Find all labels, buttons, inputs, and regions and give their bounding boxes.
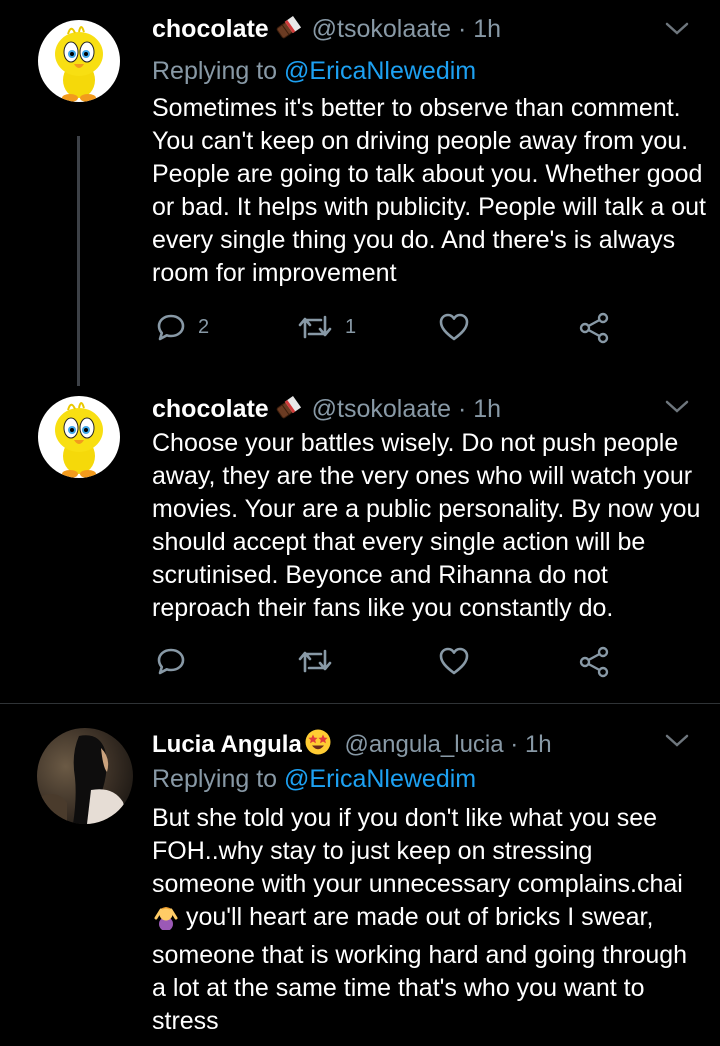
retweet-count: 1: [345, 315, 357, 338]
chevron-down-icon[interactable]: [664, 20, 690, 43]
tweet[interactable]: chocolate @tsokolaate · 1h Replying to @…: [0, 14, 720, 394]
heart-icon: [439, 647, 469, 675]
thread-connector-line: [77, 136, 80, 386]
reply-icon: [157, 314, 185, 341]
tweet-divider: [0, 703, 720, 704]
chocolate-bar-icon: [275, 15, 301, 48]
timestamp[interactable]: 1h: [473, 15, 501, 43]
tweet[interactable]: chocolate @tsokolaate · 1h Choose your b…: [0, 390, 720, 700]
user-handle[interactable]: @tsokolaate: [312, 395, 451, 423]
retweet-icon: [298, 315, 332, 339]
tweet-actions: 2 1: [152, 312, 672, 352]
heart-icon: [439, 313, 469, 341]
display-name[interactable]: chocolate: [152, 395, 269, 423]
mention-link[interactable]: @EricaNlewedim: [284, 765, 476, 793]
reply-icon: [157, 648, 185, 675]
woman-gesturing-icon: [153, 904, 179, 939]
display-name[interactable]: Lucia Angula: [152, 731, 302, 758]
display-name[interactable]: chocolate: [152, 15, 269, 43]
separator-dot: ·: [510, 731, 519, 758]
like-button[interactable]: [438, 312, 470, 342]
star-struck-icon: [304, 728, 332, 764]
replying-to-line: Replying to @EricaNlewedim: [152, 56, 476, 86]
avatar-tweety[interactable]: [38, 396, 120, 478]
user-handle[interactable]: @angula_lucia: [344, 731, 503, 758]
like-button[interactable]: [438, 646, 470, 676]
chevron-down-icon[interactable]: [664, 398, 690, 421]
share-icon: [579, 312, 609, 344]
retweet-icon: [298, 649, 332, 673]
tweet-header: Lucia Angula @angula_lucia · 1h: [152, 728, 660, 764]
separator-dot: ·: [457, 395, 467, 423]
profile-photo: [37, 728, 133, 824]
tweet-text-part-2: you'll heart are made out of bricks I sw…: [152, 903, 688, 1035]
timestamp[interactable]: 1h: [473, 395, 501, 423]
tweet-text: But she told you if you don't like what …: [152, 802, 697, 1038]
tweet-text: Sometimes it's better to observe than co…: [152, 94, 706, 287]
chevron-down-icon[interactable]: [664, 732, 690, 755]
avatar-tweety[interactable]: [38, 20, 120, 102]
tweet-text-part-1: But she told you if you don't like what …: [152, 804, 683, 898]
timestamp[interactable]: 1h: [525, 731, 552, 758]
retweet-button[interactable]: 1: [297, 312, 356, 342]
retweet-button[interactable]: [297, 646, 333, 676]
share-button[interactable]: [578, 312, 610, 344]
reply-button[interactable]: 2: [156, 312, 209, 342]
user-handle[interactable]: @tsokolaate: [312, 15, 451, 43]
share-button[interactable]: [578, 646, 610, 678]
chocolate-bar-icon: [275, 395, 301, 428]
separator-dot: ·: [457, 15, 467, 43]
mention-link[interactable]: @EricaNlewedim: [284, 57, 476, 85]
tweety-avatar-image: [38, 20, 120, 102]
reply-button[interactable]: [156, 646, 186, 676]
share-icon: [579, 646, 609, 678]
replying-to-label: Replying to: [152, 765, 278, 793]
avatar-lucia[interactable]: [37, 728, 133, 824]
replying-to-line: Replying to @EricaNlewedim: [152, 764, 476, 794]
tweet-header: chocolate @tsokolaate · 1h: [152, 14, 660, 48]
tweet[interactable]: Lucia Angula @angula_lucia · 1h Replying…: [0, 722, 720, 1046]
replying-to-label: Replying to: [152, 57, 278, 85]
tweety-avatar-image: [38, 396, 120, 478]
reply-count: 2: [198, 315, 210, 338]
tweet-header: chocolate @tsokolaate · 1h: [152, 394, 660, 428]
tweet-actions: [152, 646, 672, 686]
tweet-text: Choose your battles wisely. Do not push …: [152, 429, 701, 622]
